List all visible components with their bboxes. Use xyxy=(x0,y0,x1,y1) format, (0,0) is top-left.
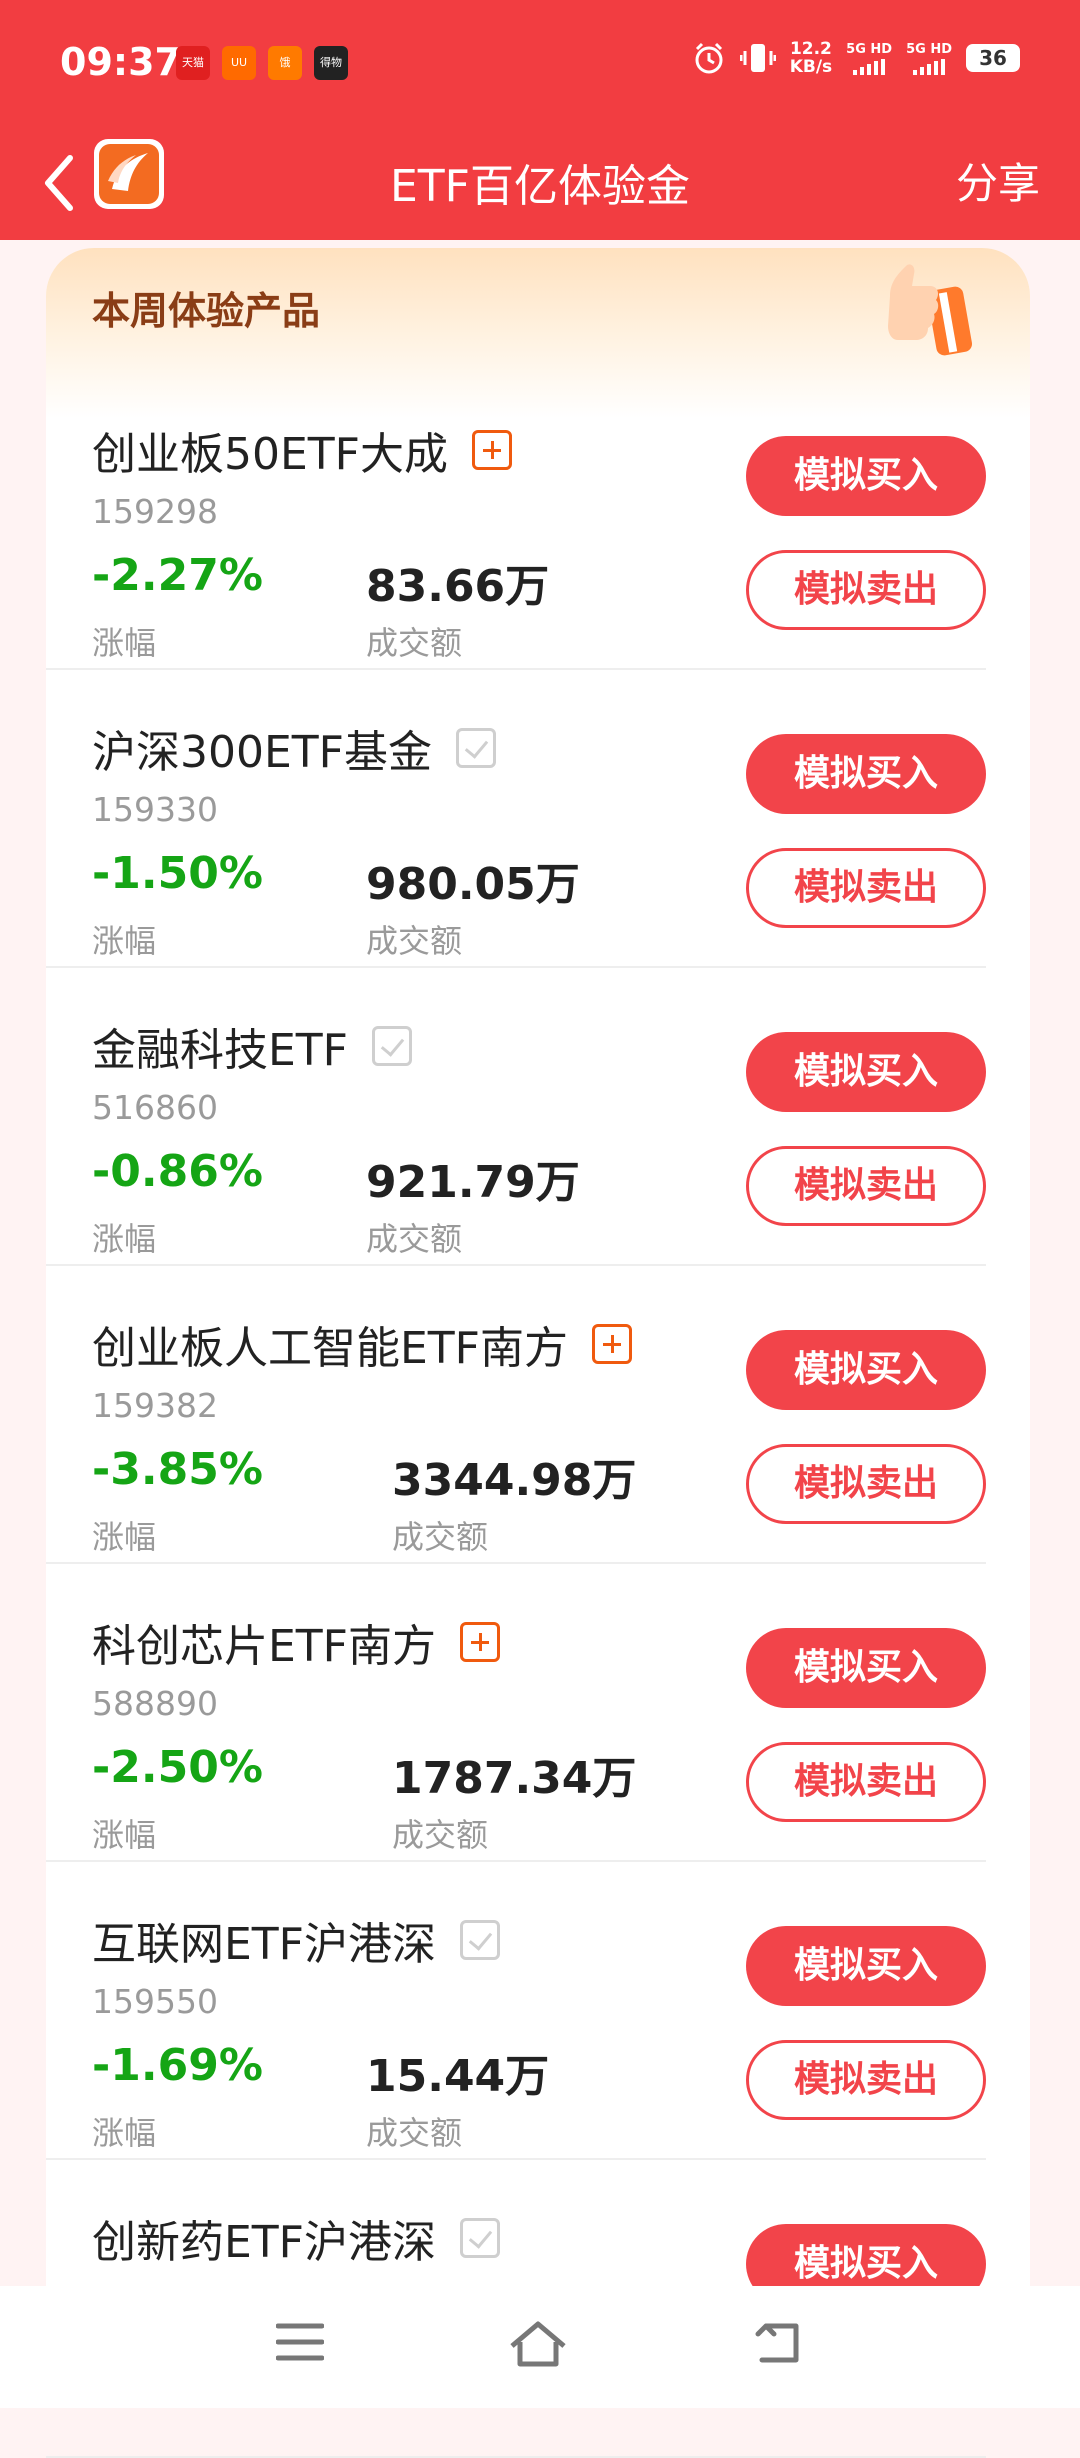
volume-label: 成交额 xyxy=(366,624,463,662)
page-title: ETF百亿体验金 xyxy=(390,161,690,212)
change-percent: -2.50% xyxy=(92,1742,263,1793)
volume-label: 成交额 xyxy=(392,1816,489,1854)
add-watchlist-icon[interactable] xyxy=(592,1324,632,1364)
change-label: 涨幅 xyxy=(92,922,157,960)
system-status-icons: 12.2 KB/s 5G HD 5G HD 36 xyxy=(692,40,1020,76)
trade-volume: 3344.98万 xyxy=(392,1455,637,1506)
simulate-buy-button[interactable]: 模拟买入 xyxy=(746,1926,986,2006)
vibrate-icon xyxy=(739,44,776,72)
added-checkmark-icon[interactable] xyxy=(372,1026,412,1066)
simulate-buy-button[interactable]: 模拟买入 xyxy=(746,1330,986,1410)
simulate-buy-button[interactable]: 模拟买入 xyxy=(746,734,986,814)
product-row[interactable]: 创业板人工智能ETF南方 159382 -3.85% 涨幅 3344.98万 成… xyxy=(46,1264,986,1564)
added-checkmark-icon[interactable] xyxy=(460,2218,500,2258)
battery-indicator: 36 xyxy=(966,44,1020,72)
menu-icon[interactable] xyxy=(276,2320,324,2364)
volume-label: 成交额 xyxy=(366,922,463,960)
trade-volume: 83.66万 xyxy=(366,561,550,612)
trade-volume: 15.44万 xyxy=(366,2051,550,2102)
product-row[interactable]: 科创芯片ETF南方 588890 -2.50% 涨幅 1787.34万 成交额 模… xyxy=(46,1562,986,1862)
product-row[interactable]: 沪深300ETF基金 159330 -1.50% 涨幅 980.05万 成交额 模… xyxy=(46,668,986,968)
product-name-text: 科创芯片ETF南方 xyxy=(92,1621,436,1672)
status-time: 09:37 xyxy=(60,40,181,84)
network-speed: 12.2 KB/s xyxy=(790,40,832,76)
change-percent: -1.69% xyxy=(92,2040,263,2091)
add-watchlist-icon[interactable] xyxy=(471,430,512,470)
dewu-app-icon: 得物 xyxy=(314,46,348,80)
product-name-text: 互联网ETF沪港深 xyxy=(92,1919,436,1970)
panel-title: 本周体验产品 xyxy=(92,289,321,333)
add-watchlist-icon[interactable] xyxy=(460,1622,500,1662)
change-percent: -2.27% xyxy=(92,550,263,601)
product-code: 159330 xyxy=(92,790,218,829)
product-code: 516860 xyxy=(92,1088,218,1127)
volume-label: 成交额 xyxy=(392,1518,489,1556)
alarm-icon xyxy=(695,42,723,74)
added-checkmark-icon[interactable] xyxy=(460,1920,500,1960)
added-checkmark-icon[interactable] xyxy=(455,728,496,768)
product-row[interactable]: 互联网ETF沪港深 159550 -1.69% 涨幅 15.44万 成交额 模拟买… xyxy=(46,1860,986,2160)
product-code: 159550 xyxy=(92,1982,218,2021)
back-nav-icon[interactable] xyxy=(752,2320,804,2368)
simulate-sell-button[interactable]: 模拟卖出 xyxy=(746,1444,986,1524)
product-code: 588890 xyxy=(92,1684,218,1723)
simulate-sell-button[interactable]: 模拟卖出 xyxy=(746,550,986,630)
product-name[interactable]: 金融科技ETF xyxy=(92,1014,412,1078)
share-button[interactable]: 分享 xyxy=(956,150,1040,211)
product-name[interactable]: 互联网ETF沪港深 xyxy=(92,1908,500,1972)
uu-app-icon: UU xyxy=(222,46,256,80)
change-label: 涨幅 xyxy=(92,624,157,662)
volume-label: 成交额 xyxy=(366,1220,463,1258)
product-name[interactable]: 创业板人工智能ETF南方 xyxy=(92,1312,632,1376)
thumbs-up-icon xyxy=(888,264,973,356)
trade-volume: 980.05万 xyxy=(366,859,580,910)
tmall-app-icon: 天猫 xyxy=(176,46,210,80)
signal-sim1: 5G HD xyxy=(846,42,892,75)
product-name-text: 金融科技ETF xyxy=(92,1025,348,1076)
simulate-sell-button[interactable]: 模拟卖出 xyxy=(746,848,986,928)
signal-sim2-label: 5G HD xyxy=(906,41,952,57)
network-speed-unit: KB/s xyxy=(789,57,833,77)
network-speed-value: 12.2 xyxy=(789,39,832,59)
product-name-text: 创业板50ETF大成 xyxy=(92,429,448,480)
product-name[interactable]: 创新药ETF沪港深 xyxy=(92,2206,500,2270)
simulate-sell-button[interactable]: 模拟卖出 xyxy=(746,1742,986,1822)
system-navigation-bar xyxy=(0,2286,1080,2408)
change-label: 涨幅 xyxy=(92,1816,157,1854)
volume-label: 成交额 xyxy=(366,2114,463,2152)
change-percent: -0.86% xyxy=(92,1146,263,1197)
product-name[interactable]: 沪深300ETF基金 xyxy=(92,716,496,780)
change-label: 涨幅 xyxy=(92,1220,157,1258)
product-name-text: 沪深300ETF基金 xyxy=(92,727,432,778)
product-row[interactable]: 金融科技ETF 516860 -0.86% 涨幅 921.79万 成交额 模拟买入… xyxy=(46,966,986,1266)
signal-bars-icon xyxy=(853,58,886,75)
eleme-app-icon: 饿 xyxy=(268,46,302,80)
signal-bars-icon xyxy=(913,58,946,75)
simulate-buy-button[interactable]: 模拟买入 xyxy=(746,1628,986,1708)
simulate-buy-button[interactable]: 模拟买入 xyxy=(746,436,986,516)
signal-sim1-label: 5G HD xyxy=(846,41,893,57)
product-code: 159382 xyxy=(92,1386,218,1425)
product-row[interactable]: 创业板50ETF大成 159298 -2.27% 涨幅 83.66万 成交额 模拟… xyxy=(46,370,986,670)
change-percent: -1.50% xyxy=(92,848,263,899)
simulate-buy-button[interactable]: 模拟买入 xyxy=(746,1032,986,1112)
product-name[interactable]: 科创芯片ETF南方 xyxy=(92,1610,500,1674)
signal-sim2: 5G HD xyxy=(906,42,952,75)
notification-icons: 天猫 UU 饿 得物 xyxy=(176,46,348,80)
simulate-sell-button[interactable]: 模拟卖出 xyxy=(746,2040,986,2120)
product-name[interactable]: 创业板50ETF大成 xyxy=(92,418,512,482)
product-name-text: 创新药ETF沪港深 xyxy=(92,2217,436,2268)
product-name-text: 创业板人工智能ETF南方 xyxy=(92,1323,568,1374)
trade-volume: 1787.34万 xyxy=(392,1753,637,1804)
simulate-sell-button[interactable]: 模拟卖出 xyxy=(746,1146,986,1226)
product-code: 159298 xyxy=(92,492,218,531)
change-percent: -3.85% xyxy=(92,1444,263,1495)
change-label: 涨幅 xyxy=(92,2114,157,2152)
status-bar: 09:37 天猫 UU 饿 得物 12.2 KB/s 5G HD 5G HD 3… xyxy=(0,0,1080,128)
trade-volume: 921.79万 xyxy=(366,1157,580,1208)
home-icon[interactable] xyxy=(508,2320,568,2368)
change-label: 涨幅 xyxy=(92,1518,157,1556)
